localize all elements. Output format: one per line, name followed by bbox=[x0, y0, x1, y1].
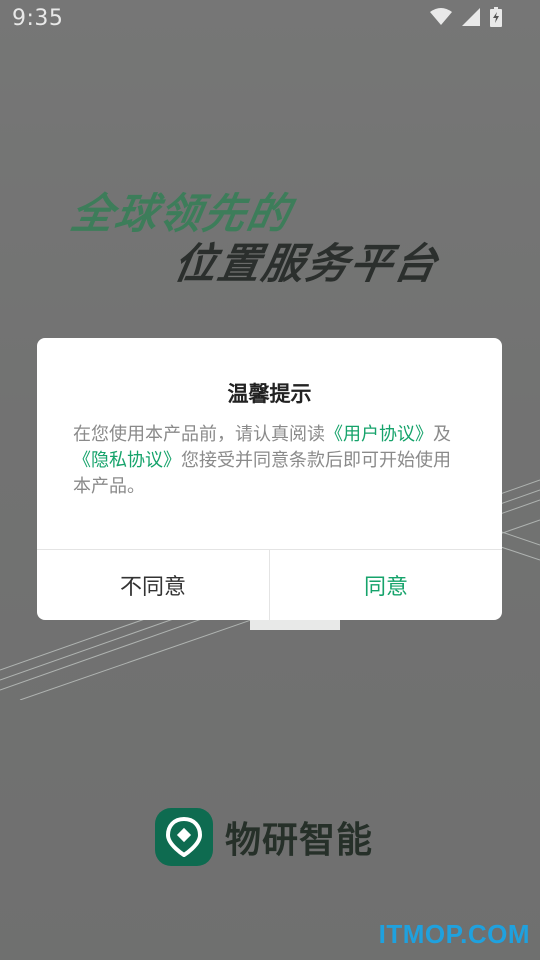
body-and: 及 bbox=[433, 424, 451, 445]
agree-button[interactable]: 同意 bbox=[270, 550, 502, 620]
privacy-agreement-link[interactable]: 《隐私协议》 bbox=[73, 450, 181, 471]
location-pin-icon bbox=[155, 808, 213, 866]
body-prefix: 在您使用本产品前，请认真阅读 bbox=[73, 424, 325, 445]
disagree-button[interactable]: 不同意 bbox=[37, 550, 270, 620]
watermark: ITMOP.COM bbox=[378, 919, 530, 949]
status-bar: 9:35 bbox=[0, 0, 540, 40]
signal-icon bbox=[462, 8, 480, 26]
brand-logo: 物研智能 bbox=[155, 808, 373, 866]
user-agreement-link[interactable]: 《用户协议》 bbox=[325, 424, 433, 445]
privacy-dialog: 温馨提示 在您使用本产品前，请认真阅读《用户协议》及《隐私协议》您接受并同意条款… bbox=[37, 338, 502, 620]
status-time: 9:35 bbox=[12, 6, 64, 31]
battery-icon bbox=[490, 7, 502, 27]
brand-name: 物研智能 bbox=[225, 820, 374, 861]
dialog-body: 在您使用本产品前，请认真阅读《用户协议》及《隐私协议》您接受并同意条款后即可开始… bbox=[73, 422, 466, 500]
wifi-icon bbox=[430, 8, 452, 26]
dialog-buttons: 不同意 同意 bbox=[37, 549, 502, 620]
dialog-title: 温馨提示 bbox=[227, 382, 312, 406]
slogan-line2: 位置服务平台 bbox=[170, 239, 443, 288]
